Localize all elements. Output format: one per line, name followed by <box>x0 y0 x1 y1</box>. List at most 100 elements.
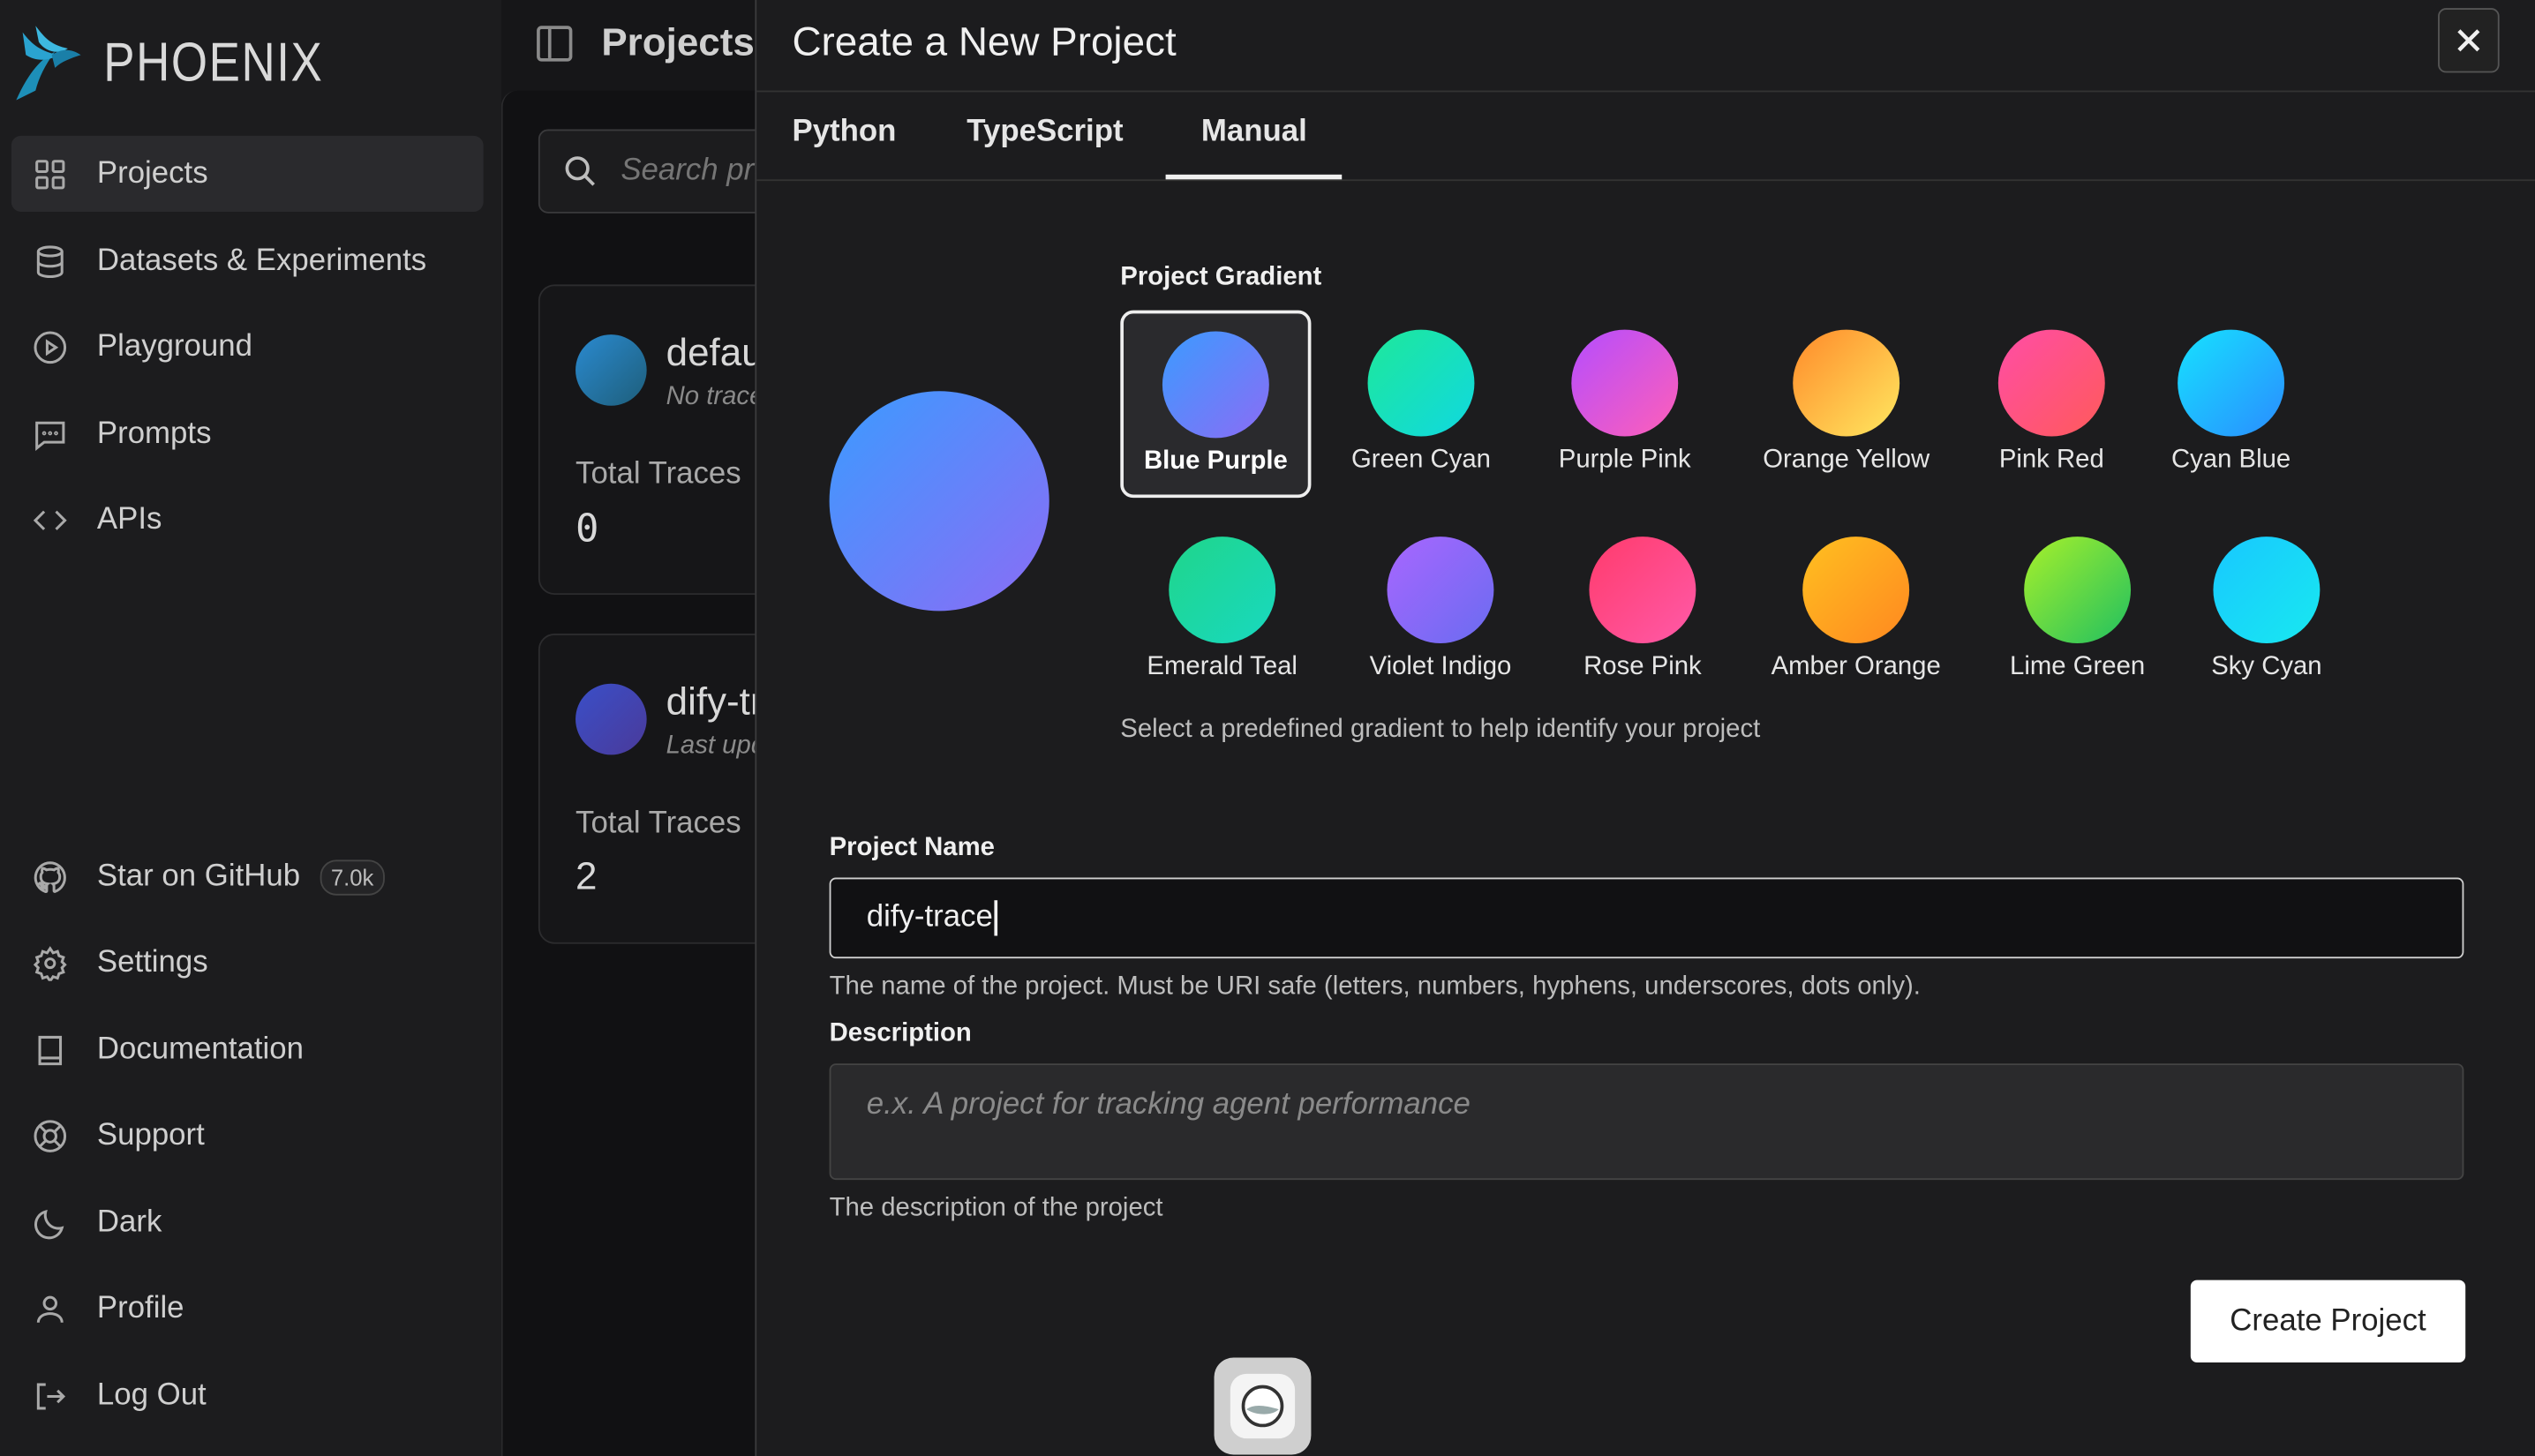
project-name-value: dify-trace <box>867 900 998 936</box>
sidebar-item-support[interactable]: Support <box>11 1098 484 1174</box>
play-circle-icon <box>31 327 70 366</box>
project-gradient-dot <box>575 334 647 406</box>
gradient-option-amber-orange[interactable]: Amber Orange <box>1761 517 1952 704</box>
gradient-circle <box>1997 329 2105 437</box>
gradient-option-pink-red[interactable]: Pink Red <box>1956 311 2147 498</box>
gradient-option-rose-pink[interactable]: Rose Pink <box>1547 517 1738 704</box>
gradient-option-orange-yellow[interactable]: Orange Yellow <box>1751 311 1942 498</box>
gradient-option-emerald-teal[interactable]: Emerald Teal <box>1127 517 1318 704</box>
project-name-help: The name of the project. Must be URI saf… <box>829 972 1921 1001</box>
sidebar-item-label: Documentation <box>96 1032 304 1066</box>
gradient-option-label: Cyan Blue <box>2170 446 2291 474</box>
project-gradient-dot <box>575 683 647 755</box>
app-logo-icon <box>1241 1385 1284 1428</box>
sidebar-item-prompts[interactable]: Prompts <box>11 396 484 472</box>
app-icon-inner <box>1230 1373 1296 1439</box>
gradient-option-lime-green[interactable]: Lime Green <box>1982 517 2173 704</box>
close-icon <box>2457 29 2480 52</box>
gradient-option-label: Rose Pink <box>1583 652 1702 681</box>
gradient-circle <box>2213 537 2321 643</box>
gradient-option-green-cyan[interactable]: Green Cyan <box>1326 311 1516 498</box>
gradient-option-label: Pink Red <box>1998 446 2104 474</box>
gradient-help-text: Select a predefined gradient to help ide… <box>1120 716 1761 744</box>
code-icon <box>31 500 70 539</box>
search-icon <box>565 156 595 186</box>
gradient-circle <box>1169 537 1276 643</box>
sidebar-item-dark[interactable]: Dark <box>11 1185 484 1261</box>
sidebar-toggle-icon[interactable] <box>537 26 573 62</box>
gradient-circle <box>1802 537 1910 643</box>
sidebar-item-playground[interactable]: Playground <box>11 309 484 385</box>
database-icon <box>31 242 70 281</box>
tab-manual[interactable]: Manual <box>1165 115 1343 180</box>
sidebar-item-label: Playground <box>96 328 252 364</box>
sidebar: PHOENIX Projects Datasets & Experiments … <box>0 0 503 1456</box>
description-placeholder: e.x. A project for tracking agent perfor… <box>866 1087 1471 1122</box>
total-traces-label: Total Traces <box>575 806 741 841</box>
gradient-option-purple-pink[interactable]: Purple Pink <box>1530 311 1720 498</box>
dialog-header: Create a New Project <box>756 0 2535 93</box>
gradient-circle <box>1367 329 1475 437</box>
sidebar-item-label: Dark <box>96 1205 162 1239</box>
github-icon <box>31 858 70 897</box>
create-project-dialog: Create a New Project Python TypeScript M… <box>755 0 2535 1456</box>
sidebar-item-documentation[interactable]: Documentation <box>11 1012 484 1088</box>
sidebar-item-label: Star on GitHub <box>96 859 301 893</box>
gradient-circle <box>1387 537 1494 643</box>
gradient-option-label: Lime Green <box>2010 652 2146 681</box>
gradient-option-label: Emerald Teal <box>1147 652 1298 681</box>
lifebuoy-icon <box>31 1116 70 1155</box>
sidebar-item-label: Log Out <box>96 1377 207 1412</box>
sidebar-item-datasets[interactable]: Datasets & Experiments <box>11 223 484 299</box>
sidebar-item-projects[interactable]: Projects <box>11 135 484 212</box>
gear-icon <box>31 943 70 982</box>
sidebar-item-label: Projects <box>96 155 208 191</box>
description-textarea[interactable]: e.x. A project for tracking agent perfor… <box>829 1063 2464 1181</box>
gradient-label: Project Gradient <box>1120 263 1322 291</box>
total-traces-value: 2 <box>575 854 598 899</box>
github-stars-badge: 7.0k <box>320 859 386 895</box>
sidebar-item-profile[interactable]: Profile <box>11 1271 484 1347</box>
gradient-option-violet-indigo[interactable]: Violet Indigo <box>1345 517 1536 704</box>
close-button[interactable] <box>2438 8 2500 73</box>
gradient-option-label: Purple Pink <box>1558 446 1691 474</box>
tab-python[interactable]: Python <box>792 115 896 150</box>
sidebar-item-github[interactable]: Star on GitHub 7.0k <box>11 839 484 915</box>
project-name-label: Project Name <box>829 834 995 862</box>
tab-bar: Python TypeScript Manual <box>756 92 2535 182</box>
sidebar-item-logout[interactable]: Log Out <box>11 1358 484 1434</box>
sidebar-item-label: Profile <box>96 1290 184 1325</box>
sidebar-item-apis[interactable]: APIs <box>11 482 484 558</box>
gradient-preview <box>829 391 1049 612</box>
sidebar-item-settings[interactable]: Settings <box>11 925 484 1001</box>
grid-icon <box>31 154 70 193</box>
total-traces-value: 0 <box>575 506 599 552</box>
project-name-input[interactable]: dify-trace <box>829 877 2464 959</box>
gradient-option-label: Sky Cyan <box>2211 652 2322 681</box>
sidebar-item-label: APIs <box>96 501 162 537</box>
message-icon <box>31 415 70 454</box>
user-icon <box>31 1289 70 1328</box>
gradient-option-blue-purple[interactable]: Blue Purple <box>1120 310 1312 499</box>
description-help: The description of the project <box>829 1194 1163 1222</box>
sidebar-item-label: Settings <box>96 944 208 979</box>
gradient-option-label: Green Cyan <box>1350 446 1491 474</box>
description-label: Description <box>829 1019 972 1047</box>
gradient-circle <box>1793 329 1900 437</box>
gradient-circle <box>2024 537 2132 643</box>
create-project-button[interactable]: Create Project <box>2190 1280 2466 1363</box>
gradient-circle <box>1589 537 1696 643</box>
tab-typescript[interactable]: TypeScript <box>967 115 1123 150</box>
floating-app-icon[interactable] <box>1214 1357 1312 1455</box>
brand-name: PHOENIX <box>103 31 324 94</box>
page-title: Projects <box>601 20 755 65</box>
book-icon <box>31 1031 70 1069</box>
gradient-option-cyan-blue[interactable]: Cyan Blue <box>2136 311 2327 498</box>
gradient-circle <box>1162 331 1269 439</box>
gradient-option-sky-cyan[interactable]: Sky Cyan <box>2171 517 2362 704</box>
brand[interactable]: PHOENIX <box>13 23 363 104</box>
phoenix-logo-icon <box>16 26 81 101</box>
gradient-option-label: Amber Orange <box>1771 652 1941 681</box>
total-traces-label: Total Traces <box>575 457 741 492</box>
dialog-title: Create a New Project <box>792 19 1177 65</box>
